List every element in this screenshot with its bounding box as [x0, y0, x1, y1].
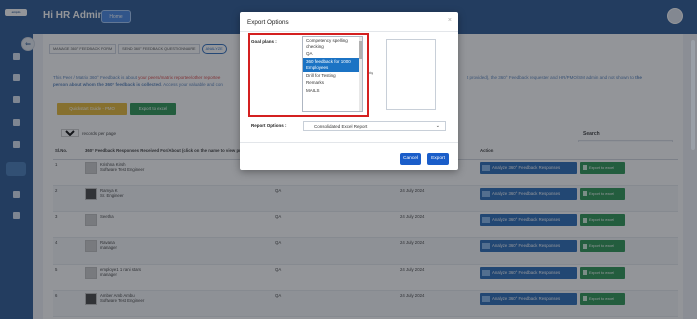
- page-scrollbar[interactable]: [691, 40, 695, 150]
- report-options-value: Consolidated Excel Report: [314, 124, 368, 129]
- cancel-button[interactable]: Cancel: [400, 153, 421, 165]
- selected-goals-box[interactable]: [386, 39, 436, 110]
- export-button[interactable]: Export: [427, 153, 449, 165]
- move-arrow-icon[interactable]: ⇆: [369, 71, 373, 77]
- modal-header: Export Options ×: [240, 12, 458, 32]
- annotation-highlight: [248, 33, 369, 117]
- modal-footer-divider: [240, 142, 458, 143]
- close-icon[interactable]: ×: [448, 17, 452, 24]
- chevron-down-icon: ⌄: [435, 123, 440, 129]
- report-options-label: Report Options :: [251, 123, 287, 128]
- modal-title: Export Options: [247, 19, 289, 26]
- report-options-select[interactable]: Consolidated Excel Report ⌄: [303, 121, 446, 131]
- export-options-modal: Export Options × Goal plans : Competency…: [240, 12, 458, 170]
